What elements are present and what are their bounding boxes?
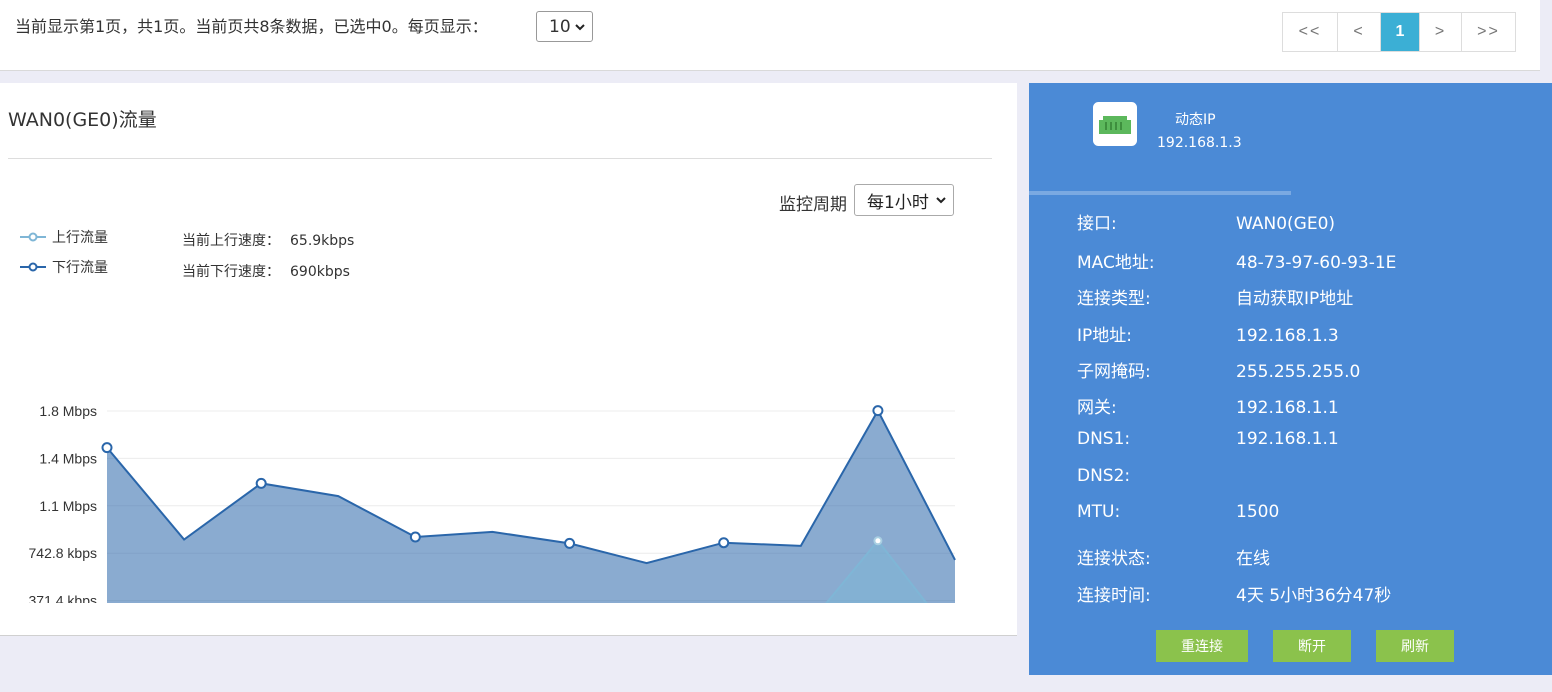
info-key: IP地址: bbox=[1077, 326, 1132, 346]
download-speed-value: 690kbps bbox=[290, 264, 350, 280]
upload-speed: 当前上行速度： 65.9kbps bbox=[182, 230, 354, 250]
info-key: 子网掩码: bbox=[1077, 362, 1151, 382]
chevron-down-icon bbox=[575, 23, 585, 30]
upload-speed-value: 65.9kbps bbox=[290, 233, 355, 249]
traffic-card: WAN0(GE0)流量 监控周期 每1小时 上行流量 下行流量 当前上行速度： 6… bbox=[0, 83, 1017, 636]
info-row-mtu: MTU: 1500 bbox=[1077, 502, 1279, 522]
per-page-select[interactable]: 10 bbox=[536, 11, 593, 42]
legend-download-icon bbox=[20, 262, 46, 272]
info-value: 1500 bbox=[1236, 502, 1280, 522]
legend-download[interactable]: 下行流量 bbox=[20, 257, 108, 277]
legend-upload[interactable]: 上行流量 bbox=[20, 227, 108, 247]
card-title: WAN0(GE0)流量 bbox=[8, 109, 157, 131]
info-row-conn-type: 连接类型: 自动获取IP地址 bbox=[1077, 284, 1353, 309]
data-point bbox=[872, 405, 884, 417]
divider bbox=[8, 158, 992, 159]
y-tick-label: 1.1 Mbps bbox=[39, 498, 97, 514]
period-value: 每1小时 bbox=[867, 192, 929, 213]
info-row-interface: 接口: WAN0(GE0) bbox=[1077, 209, 1335, 234]
next-page-button[interactable]: > bbox=[1420, 13, 1462, 51]
page-1-button[interactable]: 1 bbox=[1381, 13, 1420, 51]
y-tick-label: 742.8 kbps bbox=[29, 545, 98, 561]
info-value: 4天 5小时36分47秒 bbox=[1236, 586, 1392, 606]
info-value: 192.168.1.1 bbox=[1236, 429, 1339, 449]
upload-speed-label: 当前上行速度： bbox=[182, 233, 280, 249]
info-value: 192.168.1.1 bbox=[1236, 398, 1339, 418]
info-row-dns2: DNS2: bbox=[1077, 466, 1236, 486]
connection-type: 动态IP bbox=[1175, 112, 1216, 128]
disconnect-button[interactable]: 断开 bbox=[1273, 630, 1351, 662]
info-row-status: 连接状态: 在线 bbox=[1077, 544, 1270, 569]
info-key: 连接类型: bbox=[1077, 289, 1151, 309]
info-key: DNS1: bbox=[1077, 429, 1131, 449]
reconnect-button[interactable]: 重连接 bbox=[1156, 630, 1248, 662]
info-key: MTU: bbox=[1077, 502, 1121, 522]
data-point bbox=[718, 537, 730, 549]
info-key: MAC地址: bbox=[1077, 253, 1155, 273]
info-value: WAN0(GE0) bbox=[1236, 214, 1336, 234]
info-row-dns1: DNS1: 192.168.1.1 bbox=[1077, 429, 1339, 449]
info-key: 连接时间: bbox=[1077, 586, 1151, 606]
prev-page-button[interactable]: < bbox=[1338, 13, 1381, 51]
per-page-value: 10 bbox=[549, 16, 571, 37]
wan-info-panel: 动态IP 192.168.1.3 接口: WAN0(GE0) MAC地址: 48-7… bbox=[1029, 83, 1552, 675]
pagination-bar: 当前显示第1页，共1页。当前页共8条数据，已选中0。每页显示： 10 << < … bbox=[0, 0, 1540, 71]
legend-download-label: 下行流量 bbox=[52, 260, 108, 276]
info-key: 网关: bbox=[1077, 398, 1117, 418]
info-row-uptime: 连接时间: 4天 5小时36分47秒 bbox=[1077, 581, 1391, 606]
data-point bbox=[409, 531, 421, 543]
info-value: 255.255.255.0 bbox=[1236, 362, 1361, 382]
y-tick-label: 1.8 Mbps bbox=[39, 403, 97, 419]
info-value: 48-73-97-60-93-1E bbox=[1236, 253, 1397, 273]
info-key: DNS2: bbox=[1077, 466, 1131, 486]
last-page-button[interactable]: >> bbox=[1462, 13, 1515, 51]
ethernet-port-icon bbox=[1092, 101, 1138, 147]
info-row-gateway: 网关: 192.168.1.1 bbox=[1077, 393, 1339, 418]
first-page-button[interactable]: << bbox=[1283, 13, 1338, 51]
info-key: 接口: bbox=[1077, 214, 1117, 234]
info-value: 192.168.1.3 bbox=[1236, 326, 1339, 346]
pager: << < 1 > >> bbox=[1282, 12, 1516, 52]
info-row-ip: IP地址: 192.168.1.3 bbox=[1077, 321, 1339, 346]
y-tick-label: 1.4 Mbps bbox=[39, 450, 97, 466]
refresh-button[interactable]: 刷新 bbox=[1376, 630, 1454, 662]
info-row-netmask: 子网掩码: 255.255.255.0 bbox=[1077, 357, 1360, 382]
y-tick-label: 371.4 kbps bbox=[29, 593, 98, 603]
download-speed: 当前下行速度： 690kbps bbox=[182, 261, 350, 281]
info-value: 自动获取IP地址 bbox=[1236, 289, 1354, 309]
legend-upload-label: 上行流量 bbox=[52, 230, 108, 246]
data-point bbox=[564, 537, 576, 549]
pagination-info: 当前显示第1页，共1页。当前页共8条数据，已选中0。每页显示： bbox=[15, 17, 488, 36]
connection-ip: 192.168.1.3 bbox=[1157, 135, 1242, 151]
info-value: 在线 bbox=[1236, 549, 1270, 569]
download-speed-label: 当前下行速度： bbox=[182, 264, 280, 280]
legend-upload-icon bbox=[20, 232, 46, 242]
series-area-1 bbox=[107, 410, 955, 603]
info-key: 连接状态: bbox=[1077, 549, 1151, 569]
period-label: 监控周期 bbox=[779, 195, 847, 215]
traffic-chart: 0 bps371.4 kbps742.8 kbps1.1 Mbps1.4 Mbp… bbox=[29, 403, 956, 603]
chevron-down-icon bbox=[936, 197, 946, 204]
info-row-mac: MAC地址: 48-73-97-60-93-1E bbox=[1077, 248, 1396, 273]
data-point bbox=[873, 536, 883, 546]
period-select[interactable]: 每1小时 bbox=[854, 184, 954, 216]
data-point bbox=[255, 477, 267, 489]
divider bbox=[1029, 191, 1291, 195]
data-point bbox=[101, 442, 113, 454]
